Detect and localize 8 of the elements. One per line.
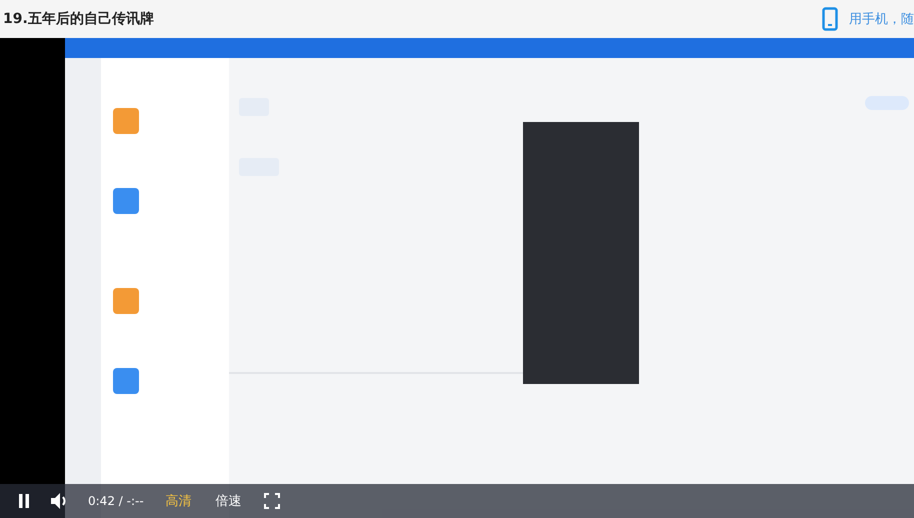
mobile-link[interactable]: 用手机，随 — [822, 7, 914, 31]
page-title: 19.五年后的自己传讯牌 — [3, 10, 154, 28]
speed-button[interactable]: 倍速 — [210, 488, 248, 514]
pause-icon — [18, 494, 30, 508]
playback-time: 0:42 / -:-- — [88, 494, 144, 508]
phone-icon — [822, 7, 838, 31]
fullscreen-icon — [264, 493, 280, 509]
quality-button[interactable]: 高清 — [160, 488, 198, 514]
